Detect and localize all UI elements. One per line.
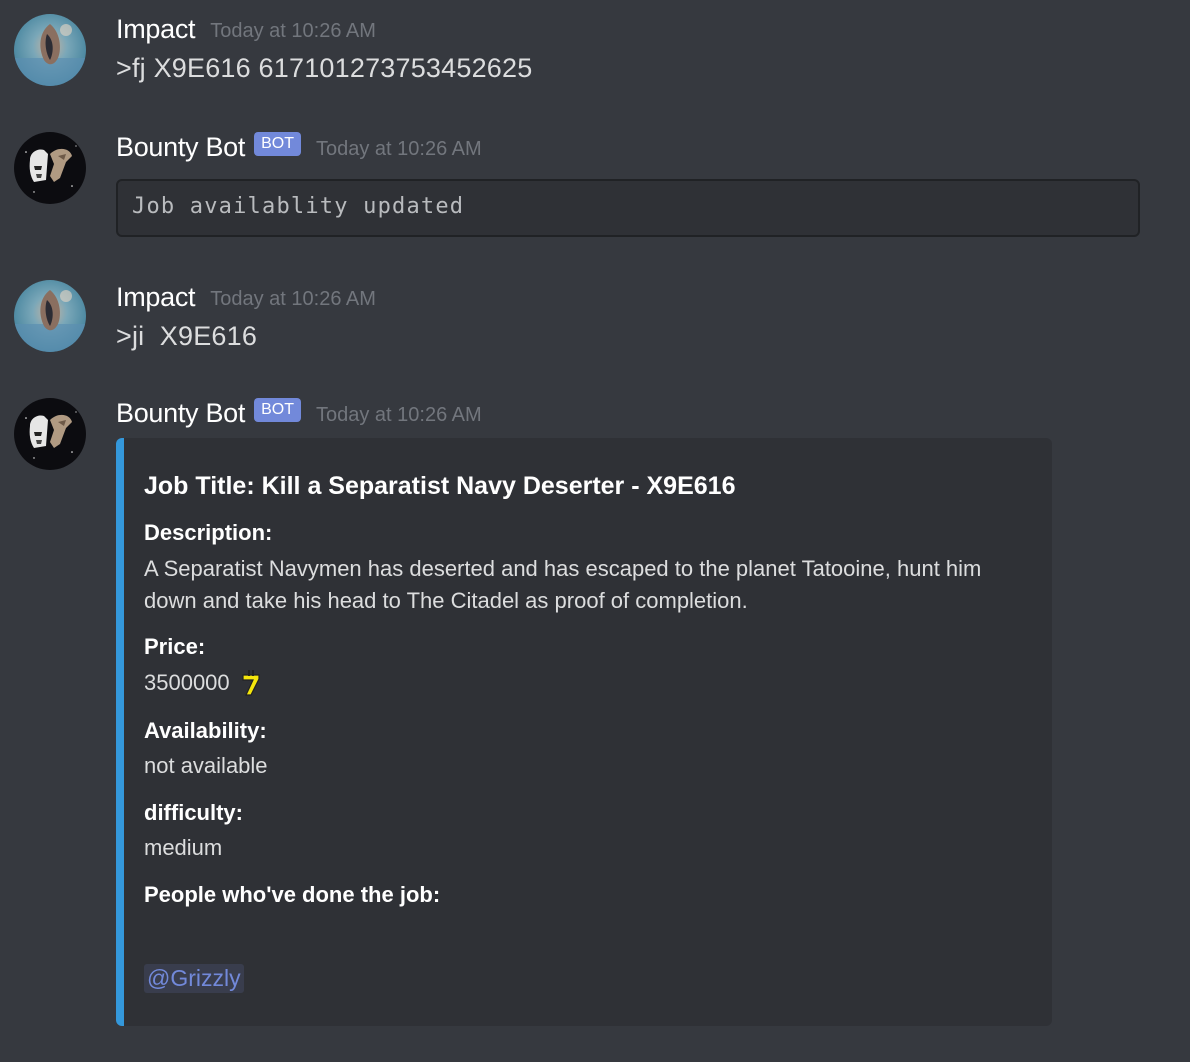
embed-accent-bar [116, 438, 124, 1026]
avatar-image [14, 280, 86, 352]
bot-avatar-bounty-bot[interactable] [14, 398, 86, 470]
field-description-value: A Separatist Navymen has deserted and ha… [144, 556, 982, 613]
username[interactable]: Impact [116, 282, 196, 313]
message-header: Impact Today at 10:26 AM [116, 282, 376, 313]
field-price-value: 3500000 [144, 670, 230, 695]
bot-tag: BOT [254, 397, 301, 422]
embed-title: Job Title: Kill a Separatist Navy Desert… [144, 472, 736, 500]
message-header: Bounty Bot BOT Today at 10:26 AM [116, 397, 482, 429]
user-mention[interactable]: @Grizzly [144, 964, 244, 993]
field-people-name: People who've done the job: [144, 882, 441, 907]
timestamp: Today at 10:26 AM [315, 138, 482, 160]
chat-messages: Impact Today at 10:26 AM >fj X9E616 6171… [0, 0, 1190, 1062]
job-embed: Job Title: Kill a Separatist Navy Desert… [116, 438, 1052, 1026]
field-availability-value: not available [144, 753, 268, 778]
field-difficulty-value: medium [144, 835, 223, 860]
username[interactable]: Impact [116, 14, 196, 45]
bot-avatar-bounty-bot[interactable] [14, 132, 86, 204]
message-content: >ji X9E616 [116, 321, 258, 351]
user-avatar-impact[interactable] [14, 14, 86, 86]
bot-tag: BOT [254, 131, 301, 156]
timestamp: Today at 10:26 AM [210, 288, 376, 310]
credits-icon [240, 669, 262, 697]
username[interactable]: Bounty Bot [116, 398, 245, 429]
message-header: Bounty Bot BOT Today at 10:26 AM [116, 131, 482, 163]
timestamp: Today at 10:26 AM [210, 20, 376, 42]
avatar-image [14, 398, 86, 470]
avatar-image [14, 14, 86, 86]
user-avatar-impact[interactable] [14, 280, 86, 352]
field-description-name: Description: [144, 520, 273, 545]
code-block: Job availablity updated [116, 179, 1140, 237]
field-price-name: Price: [144, 634, 206, 659]
field-availability-name: Availability: [144, 718, 267, 743]
field-price-row: 3500000 [144, 667, 1014, 699]
message-header: Impact Today at 10:26 AM [116, 14, 376, 45]
code-text: Job availablity updated [132, 194, 465, 219]
message-content: >fj X9E616 617101273753452625 [116, 53, 533, 83]
username[interactable]: Bounty Bot [116, 132, 245, 163]
field-difficulty-name: difficulty: [144, 800, 243, 825]
timestamp: Today at 10:26 AM [315, 404, 482, 426]
avatar-image [14, 132, 86, 204]
